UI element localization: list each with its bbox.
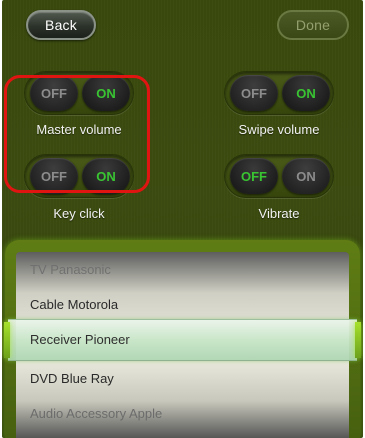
picker-item-tv-panasonic[interactable]: TV Panasonic <box>30 262 111 277</box>
vibrate-label: Vibrate <box>258 206 300 221</box>
vibrate-off-option[interactable]: OFF <box>230 158 278 194</box>
picker-item-cable-motorola[interactable]: Cable Motorola <box>30 297 118 312</box>
back-button[interactable]: Back <box>26 10 96 40</box>
swipe-volume-off-option[interactable]: OFF <box>230 75 278 111</box>
selection-left-indicator <box>4 322 10 358</box>
picker-item-dvd-blue-ray[interactable]: DVD Blue Ray <box>30 371 114 386</box>
done-button[interactable]: Done <box>277 10 349 40</box>
highlight-box <box>4 75 150 193</box>
vibrate-on-option[interactable]: ON <box>282 158 330 194</box>
key-click-label: Key click <box>53 206 105 221</box>
picker-item-audio-accessory-apple[interactable]: Audio Accessory Apple <box>30 406 162 421</box>
swipe-volume-label: Swipe volume <box>238 122 320 137</box>
settings-screen: Back Done OFF ON Master volume OFF ON Sw… <box>2 0 363 438</box>
picker-item-receiver-pioneer[interactable]: Receiver Pioneer <box>30 332 130 347</box>
swipe-volume-toggle[interactable]: OFF ON <box>224 71 334 115</box>
selection-right-indicator <box>355 322 361 358</box>
vibrate-toggle[interactable]: OFF ON <box>224 154 334 198</box>
swipe-volume-on-option[interactable]: ON <box>282 75 330 111</box>
